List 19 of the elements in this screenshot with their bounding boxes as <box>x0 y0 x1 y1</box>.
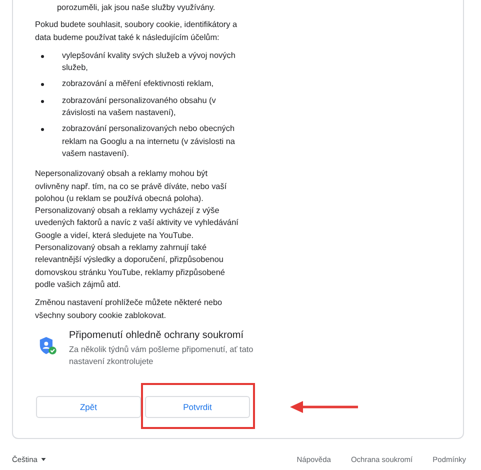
bullet-icon <box>41 54 44 58</box>
body-text: porozuměli, jak jsou naše služby využívány. <box>56 2 216 14</box>
back-button[interactable]: Zpět <box>36 396 141 418</box>
body-text: Nepersonalizovaný obsah a reklamy mohou být ovlivněny např. tím, na co se právě díváte, nebo vaší polohou (u reklam se používá obecná poloha). Personalizovaný obsah a reklamy vycházejí z výše uvedených faktorů a navíc z vaší aktivity ve vyhledávání Google a videí, která sledujete na YouTube. Personalizovaný obsah a reklamy zahrnují také relevantnější výsledky a doporučení, přizpůsobenou domovskou stránku YouTube, reklamy přizpůsobené podle vašich zájmů atd. <box>35 168 240 291</box>
list-item-text: vylepšování kvality svých služeb a vývoj nových služeb, <box>62 50 236 74</box>
bullet-icon <box>41 128 44 132</box>
arrow-icon <box>290 400 360 413</box>
body-text: Změnou nastavení prohlížeče můžete některé nebo všechny soubory cookie zablokovat. <box>35 297 224 322</box>
body-text: Pokud budete souhlasit, soubory cookie, identifikátory a data budeme používat také k následujícím účelům: <box>35 19 238 44</box>
reminder-text: Za několik týdnů vám pošleme připomenutí, ať tato nastavení zkontrolujete <box>69 344 254 368</box>
shield-check-icon <box>39 336 57 356</box>
list-item-text: zobrazování personalizovaného obsahu (v závislosti na vašem nastavení), <box>62 94 217 120</box>
list-item-text: zobrazování personalizovaných nebo obecných reklam na Googlu a na internetu (v závislosti na vašem nastavení). <box>62 123 236 160</box>
bullet-icon <box>41 100 44 103</box>
bullet-icon <box>41 83 44 86</box>
caret-icon <box>41 458 46 461</box>
reminder-title: Připomenutí ohledně ochrany soukromí <box>69 330 245 341</box>
list-item-text: zobrazování a měření efektivnosti reklam, <box>62 78 214 90</box>
confirm-button[interactable]: Potvrdit <box>145 396 250 418</box>
